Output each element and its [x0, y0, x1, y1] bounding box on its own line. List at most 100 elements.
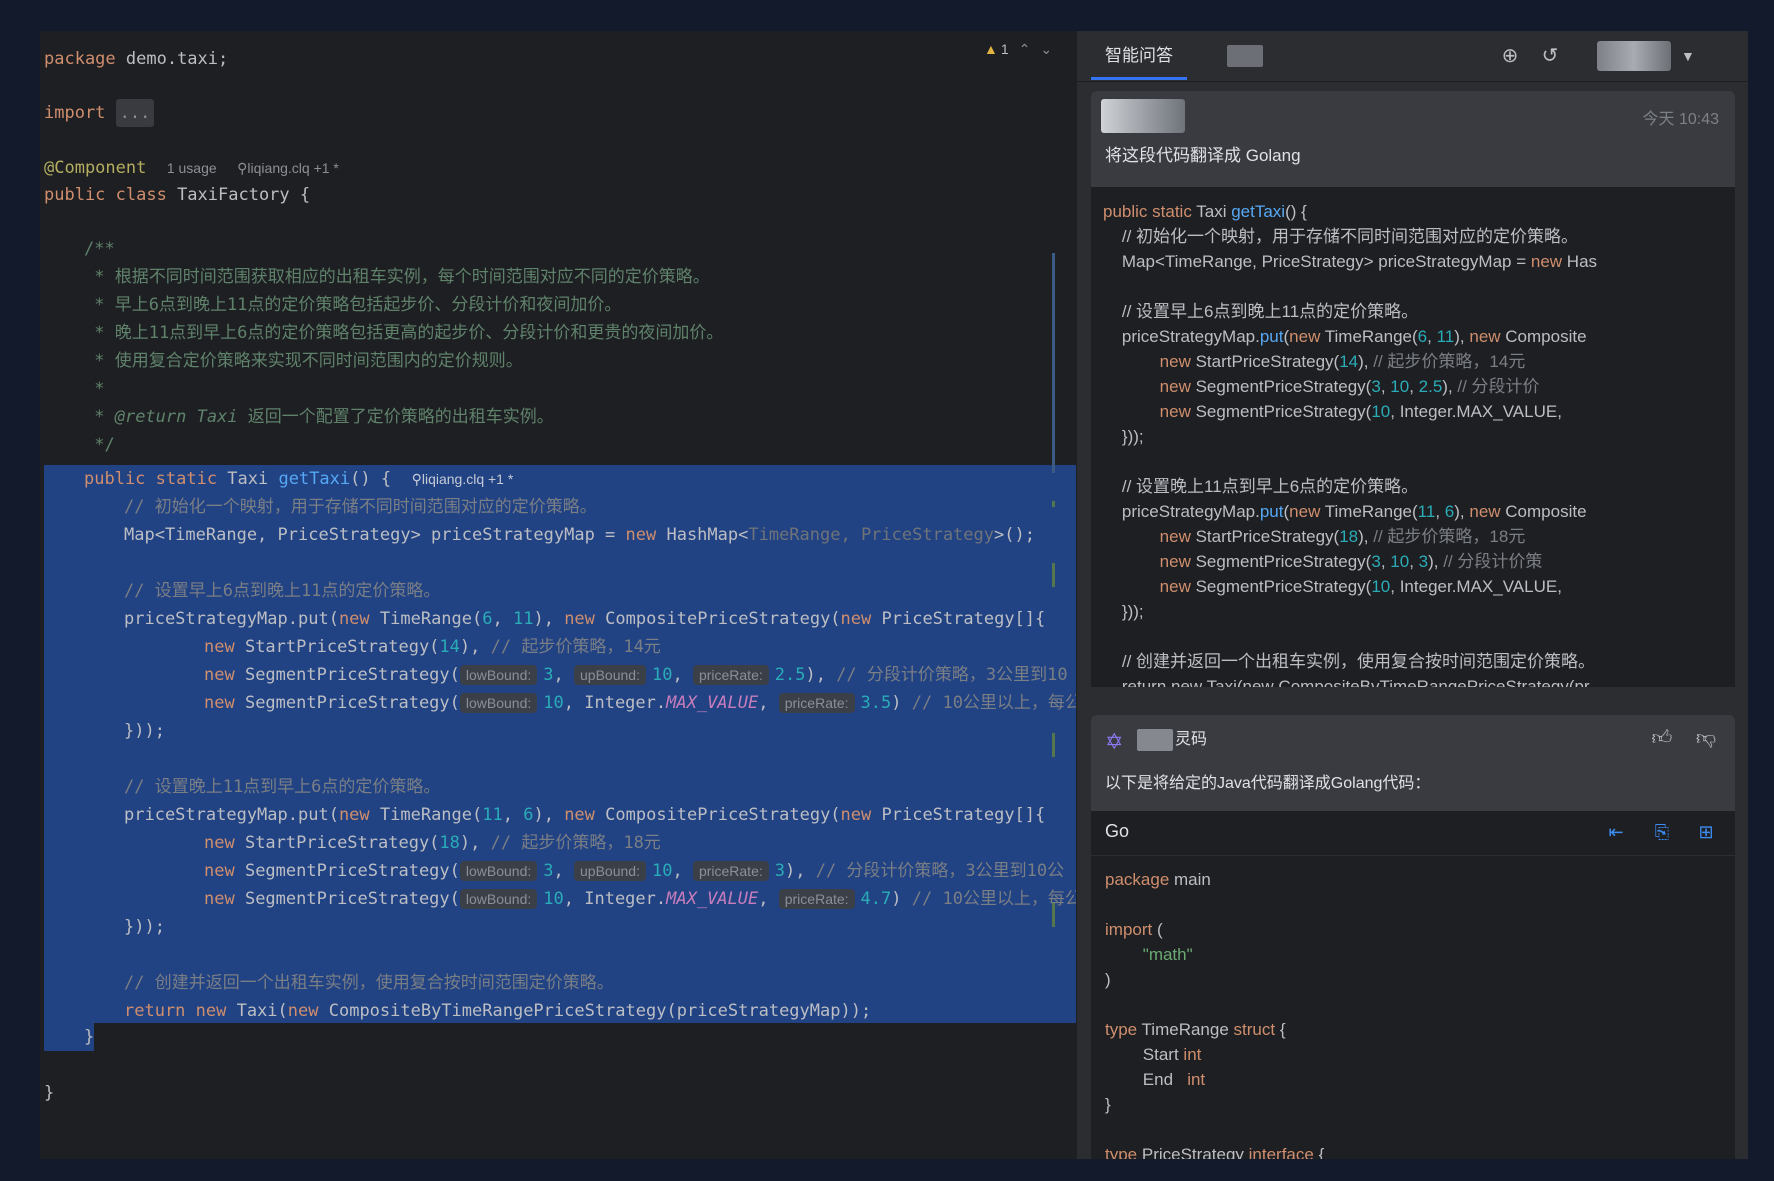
folded-imports[interactable]: ...: [115, 99, 155, 127]
inspection-widget[interactable]: ▲ 1 ⌃ ⌄: [984, 37, 1052, 61]
code-line: * 晚上11点到早上6点的定价策略包括更高的起步价、分段计价和更贵的夜间加价。: [84, 323, 724, 343]
assistant-name: 灵码: [1175, 731, 1208, 748]
code-line: Map<TimeRange, PriceStrategy> priceStrat…: [1103, 252, 1598, 271]
question-text: 将这段代码翻译成 Golang: [1105, 146, 1301, 165]
code-line: new StartPriceStrategy(14), // 起步价策略，14元: [204, 637, 661, 657]
change-marker: [1052, 563, 1055, 587]
panel-tabs: 智能问答 ⊕ ↺ ▼: [1077, 31, 1748, 82]
ai-assistant-panel: 智能问答 ⊕ ↺ ▼ 今天 10:43 将这段代码翻译成 Golang publ…: [1076, 31, 1748, 1159]
code-line: new SegmentPriceStrategy(lowBound: 3, upB…: [204, 665, 1068, 685]
question-timestamp: 今天 10:43: [1642, 111, 1720, 128]
code-line: new SegmentPriceStrategy(3, 10, 2.5), //…: [1103, 377, 1540, 396]
code-line: public static Taxi getTaxi() {: [1103, 202, 1307, 221]
code-line: *: [84, 379, 105, 399]
code-line: new SegmentPriceStrategy(3, 10, 3), // 分…: [1103, 552, 1543, 571]
question-card: 今天 10:43 将这段代码翻译成 Golang: [1091, 91, 1735, 187]
code-line: type PriceStrategy interface {: [1105, 1145, 1325, 1159]
code-line: ): [1105, 970, 1111, 989]
answer-text: 以下是将给定的Java代码翻译成Golang代码：: [1105, 775, 1431, 792]
code-line: new SegmentPriceStrategy(10, Integer.MAX…: [1103, 577, 1562, 596]
code-line: // 初始化一个映射，用于存储不同时间范围对应的定价策略。: [1103, 227, 1579, 246]
code-line: * 根据不同时间范围获取相应的出租车实例，每个时间范围对应不同的定价策略。: [84, 267, 710, 287]
author-icon: ⚲: [237, 160, 248, 176]
code-line: }));: [1103, 427, 1144, 446]
code-line: /**: [84, 239, 115, 259]
code-line: }));: [124, 721, 165, 741]
code-line: Start int: [1105, 1045, 1202, 1064]
code-line: // 初始化一个映射，用于存储不同时间范围对应的定价策略。: [124, 497, 597, 517]
code-line: // 设置晚上11点到早上6点的定价策略。: [124, 777, 441, 797]
code-line: new SegmentPriceStrategy(lowBound: 3, upB…: [204, 861, 1065, 881]
code-line: public class TaxiFactory {: [44, 185, 311, 205]
code-line: }));: [124, 917, 165, 937]
code-block-header: Go ⇤ ⎘ ⊞: [1091, 811, 1735, 856]
author-hint[interactable]: liqiang.clq +1 *: [422, 471, 513, 487]
code-line: }));: [1103, 602, 1144, 621]
change-marker: [1052, 501, 1055, 507]
thumbs-up-icon[interactable]: 👍︎: [1649, 725, 1675, 751]
code-line: return new Taxi(new CompositeByTimeRange…: [124, 1001, 872, 1021]
tab-smart-qa[interactable]: 智能问答: [1091, 43, 1187, 69]
editor-scrollbar-thumb[interactable]: [1052, 253, 1055, 473]
code-line: * 使用复合定价策略来实现不同时间范围内的定价规则。: [84, 351, 523, 371]
usages-hint[interactable]: 1 usage: [167, 160, 217, 176]
answer-card: ✡ 灵码 👍︎ 👎︎ 以下是将给定的Java代码翻译成Golang代码：: [1091, 715, 1735, 811]
new-chat-icon[interactable]: ⊕: [1497, 43, 1523, 69]
code-line: return new Taxi(new CompositeByTimeRange…: [1103, 677, 1590, 687]
tab-underline: [1091, 77, 1187, 80]
code-line: */: [84, 435, 115, 455]
author-icon: ⚲: [411, 471, 422, 487]
code-line: // 设置早上6点到晚上11点的定价策略。: [1103, 302, 1419, 321]
insert-code-icon[interactable]: ⇤: [1603, 819, 1629, 845]
code-line: package main: [1105, 870, 1211, 889]
code-line: End int: [1105, 1070, 1206, 1089]
code-line: }: [44, 1083, 55, 1103]
code-line: * @return Taxi 返回一个配置了定价策略的出租车实例。: [84, 407, 554, 427]
code-line: @Component 1 usage ⚲liqiang.clq +1 *: [44, 158, 339, 178]
code-line: // 创建并返回一个出租车实例，使用复合按时间范围定价策略。: [124, 973, 614, 993]
code-line: new StartPriceStrategy(18), // 起步价策略，18元: [1103, 527, 1526, 546]
code-line: new StartPriceStrategy(18), // 起步价策略，18元: [204, 833, 661, 853]
code-line: import (: [1105, 920, 1163, 939]
user-avatar[interactable]: [1597, 41, 1671, 71]
chevron-up-icon[interactable]: ⌃: [1019, 41, 1031, 57]
code-line: type TimeRange struct {: [1105, 1020, 1286, 1039]
change-marker: [1052, 733, 1055, 757]
code-line: public static Taxi getTaxi() { ⚲liqiang.…: [84, 469, 514, 489]
ide-window: ▲ 1 ⌃ ⌄ package demo.taxi; import ... @Comp…: [40, 31, 1748, 1159]
code-line: // 设置晚上11点到早上6点的定价策略。: [1103, 477, 1419, 496]
code-editor[interactable]: ▲ 1 ⌃ ⌄ package demo.taxi; import ... @Comp…: [40, 31, 1076, 1159]
assistant-name-redacted: [1137, 729, 1173, 751]
history-icon[interactable]: ↺: [1537, 43, 1563, 69]
thumbs-down-icon[interactable]: 👎︎: [1693, 725, 1719, 751]
chevron-down-icon[interactable]: ⌄: [1040, 41, 1052, 57]
new-file-icon[interactable]: ⊞: [1693, 819, 1719, 845]
code-line: priceStrategyMap.put(new TimeRange(6, 11…: [1103, 327, 1587, 346]
code-line: "math": [1105, 945, 1193, 964]
code-line: package demo.taxi;: [44, 49, 229, 69]
code-line: priceStrategyMap.put(new TimeRange(11, 6…: [1103, 502, 1587, 521]
code-language-label: Go: [1105, 821, 1130, 841]
code-line: priceStrategyMap.put(new TimeRange(11, 6…: [124, 805, 1046, 825]
chevron-down-icon[interactable]: ▼: [1681, 43, 1701, 69]
code-line: Map<TimeRange, PriceStrategy> priceStrat…: [124, 525, 1035, 545]
tab-redacted[interactable]: [1227, 45, 1263, 67]
code-line: }: [1105, 1095, 1111, 1114]
code-line: * 早上6点到晚上11点的定价策略包括起步价、分段计价和夜间加价。: [84, 295, 622, 315]
code-line: new SegmentPriceStrategy(lowBound: 10, In…: [204, 693, 1076, 713]
avatar: [1101, 99, 1185, 133]
code-line: }: [84, 1027, 95, 1047]
quoted-code-block[interactable]: public static Taxi getTaxi() { // 初始化一个映…: [1091, 187, 1735, 687]
code-line: // 创建并返回一个出租车实例，使用复合按时间范围定价策略。: [1103, 652, 1596, 671]
code-line: new SegmentPriceStrategy(lowBound: 10, In…: [204, 889, 1076, 909]
code-line: new SegmentPriceStrategy(10, Integer.MAX…: [1103, 402, 1562, 421]
lingma-logo-icon: ✡: [1105, 729, 1124, 754]
author-hint[interactable]: liqiang.clq +1 *: [247, 160, 338, 176]
copy-icon[interactable]: ⎘: [1649, 819, 1675, 845]
code-line: priceStrategyMap.put(new TimeRange(6, 11…: [124, 609, 1046, 629]
code-line: import ...: [44, 99, 155, 127]
warning-icon: ▲: [984, 41, 998, 57]
code-line: // 设置早上6点到晚上11点的定价策略。: [124, 581, 441, 601]
code-line: new StartPriceStrategy(14), // 起步价策略，14元: [1103, 352, 1526, 371]
go-code-block[interactable]: Go ⇤ ⎘ ⊞ package main import ( "math" ) …: [1091, 811, 1735, 1159]
